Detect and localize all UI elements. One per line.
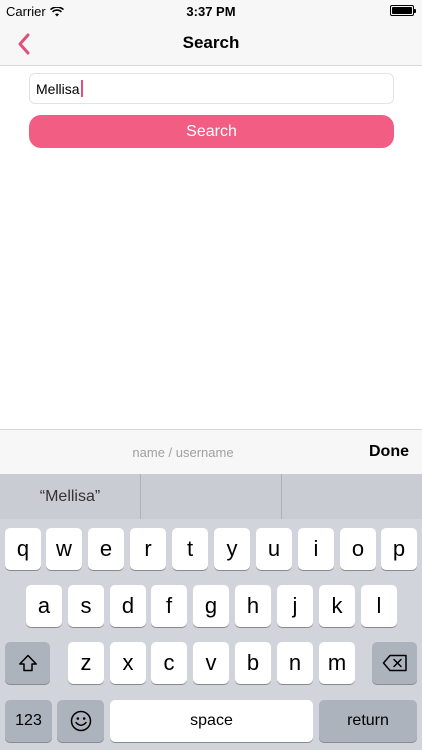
keyboard: “Mellisa” q w e r t y u i o p a s d f g …: [0, 474, 422, 750]
predictive-bar: “Mellisa”: [0, 474, 422, 519]
key-r[interactable]: r: [130, 528, 166, 570]
space-key[interactable]: space: [110, 700, 313, 742]
delete-key[interactable]: [372, 642, 417, 684]
battery-fill: [392, 7, 412, 14]
key-y[interactable]: y: [214, 528, 250, 570]
shift-icon: [18, 654, 37, 672]
text-caret: [80, 80, 83, 97]
key-w[interactable]: w: [46, 528, 82, 570]
key-p[interactable]: p: [381, 528, 417, 570]
key-i[interactable]: i: [298, 528, 334, 570]
key-c[interactable]: c: [151, 642, 187, 684]
key-o[interactable]: o: [340, 528, 376, 570]
return-key[interactable]: return: [319, 700, 417, 742]
page-title: Search: [182, 33, 240, 52]
key-b[interactable]: b: [235, 642, 271, 684]
numbers-key[interactable]: 123: [5, 700, 52, 742]
search-input[interactable]: Mellisa: [29, 73, 394, 104]
key-m[interactable]: m: [319, 642, 355, 684]
navigation-bar: Search: [0, 22, 422, 66]
key-j[interactable]: j: [277, 585, 313, 627]
key-z[interactable]: z: [68, 642, 104, 684]
search-input-value: Mellisa: [36, 80, 80, 97]
keyboard-accessory-bar: name / username Done: [0, 429, 422, 474]
key-x[interactable]: x: [110, 642, 146, 684]
key-e[interactable]: e: [88, 528, 124, 570]
key-l[interactable]: l: [361, 585, 397, 627]
key-n[interactable]: n: [277, 642, 313, 684]
search-button[interactable]: Search: [29, 115, 394, 148]
key-k[interactable]: k: [319, 585, 355, 627]
done-button[interactable]: Done: [369, 443, 409, 461]
battery-tip: [414, 9, 416, 13]
key-v[interactable]: v: [193, 642, 229, 684]
prediction-2[interactable]: [141, 474, 282, 519]
prediction-1[interactable]: “Mellisa”: [0, 474, 141, 519]
key-u[interactable]: u: [256, 528, 292, 570]
status-time: 3:37 PM: [186, 4, 236, 19]
shift-key[interactable]: [5, 642, 50, 684]
delete-icon: [382, 654, 407, 672]
status-bar: Carrier 3:37 PM: [0, 0, 422, 22]
key-t[interactable]: t: [172, 528, 208, 570]
key-f[interactable]: f: [151, 585, 187, 627]
key-a[interactable]: a: [26, 585, 62, 627]
key-g[interactable]: g: [193, 585, 229, 627]
prediction-3[interactable]: [282, 474, 422, 519]
key-q[interactable]: q: [5, 528, 41, 570]
key-s[interactable]: s: [68, 585, 104, 627]
emoji-icon: [70, 710, 91, 732]
accessory-placeholder: name / username: [132, 445, 234, 460]
key-h[interactable]: h: [235, 585, 271, 627]
key-d[interactable]: d: [110, 585, 146, 627]
emoji-key[interactable]: [57, 700, 104, 742]
battery-icon: [390, 5, 416, 16]
